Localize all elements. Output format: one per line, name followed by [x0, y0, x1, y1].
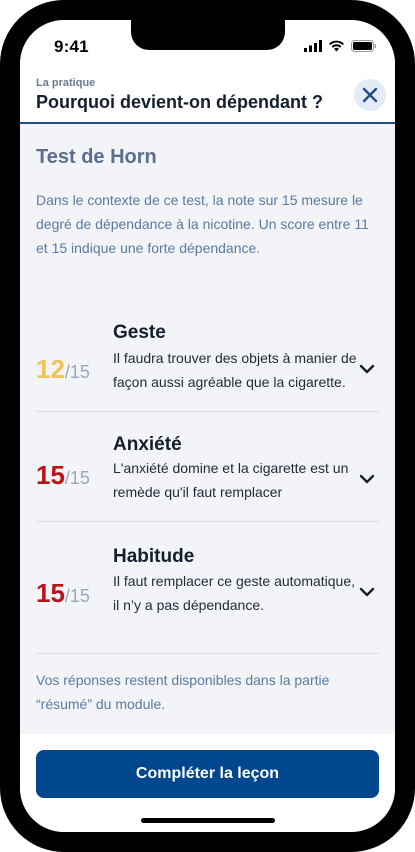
expand-button[interactable] — [357, 582, 377, 602]
result-description: Il faudra trouver des objets à manier de… — [113, 350, 357, 390]
section-intro: Dans le contexte de ce test, la note sur… — [36, 192, 369, 256]
notch — [131, 20, 285, 50]
result-description: L'anxiété domine et la cigarette est un … — [113, 460, 349, 500]
chevron-down-icon — [359, 587, 375, 597]
phone-frame: 9:41 La pratique Pourquoi devient-on dép… — [0, 0, 415, 852]
bottom-bar: Compléter la leçon — [20, 734, 395, 832]
result-row-habitude[interactable]: 15 /15 Habitude Il faut remplacer ce ges… — [36, 522, 379, 654]
expand-button[interactable] — [357, 359, 377, 379]
section-title: Test de Horn — [36, 146, 157, 168]
result-title: Geste — [113, 322, 166, 343]
score-value: 15 — [36, 578, 65, 608]
lesson-header: La pratique Pourquoi devient-on dépendan… — [20, 74, 395, 124]
close-button[interactable] — [354, 79, 386, 111]
expand-button[interactable] — [357, 469, 377, 489]
status-icons — [304, 40, 377, 52]
divider — [36, 653, 379, 654]
lesson-content: Test de Horn Dans le contexte de ce test… — [20, 124, 395, 734]
close-icon — [362, 87, 378, 103]
complete-lesson-button[interactable]: Compléter la leçon — [36, 750, 379, 798]
signal-icon — [304, 40, 322, 52]
home-indicator — [141, 818, 275, 823]
header-kicker: La pratique — [36, 77, 96, 89]
status-time: 9:41 — [54, 37, 89, 56]
result-row-geste[interactable]: 12 /15 Geste Il faudra trouver des objet… — [36, 302, 379, 412]
score: 15 /15 — [36, 460, 90, 491]
result-title: Habitude — [113, 546, 195, 567]
score-value: 12 — [36, 354, 65, 384]
chevron-down-icon — [359, 364, 375, 374]
result-description: Il faut remplacer ce geste automatique, … — [113, 573, 356, 613]
battery-icon — [351, 40, 377, 52]
result-row-anxiete[interactable]: 15 /15 Anxiété L'anxiété domine et la ci… — [36, 412, 379, 522]
score-max: /15 — [64, 586, 90, 606]
header-title: Pourquoi devient-on dépendant ? — [36, 92, 323, 112]
status-bar: 9:41 — [20, 20, 395, 74]
score-max: /15 — [64, 362, 90, 382]
chevron-down-icon — [359, 474, 375, 484]
wifi-icon — [329, 40, 344, 52]
score: 15 /15 — [36, 578, 90, 609]
score-max: /15 — [64, 468, 90, 488]
footnote: Vos réponses restent disponibles dans la… — [36, 672, 330, 712]
result-title: Anxiété — [113, 434, 182, 455]
score: 12 /15 — [36, 354, 90, 385]
score-value: 15 — [36, 460, 65, 490]
